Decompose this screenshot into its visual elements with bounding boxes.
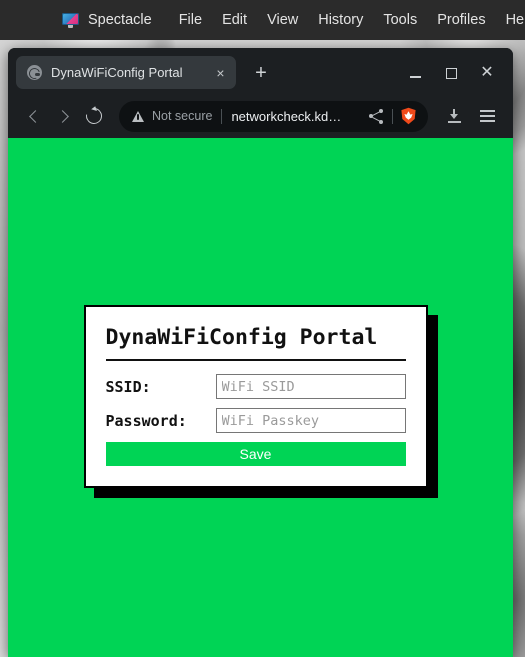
maximize-icon[interactable] bbox=[433, 59, 469, 87]
save-button[interactable]: Save bbox=[105, 442, 406, 466]
form-row-ssid: SSID: bbox=[106, 374, 406, 399]
globe-icon bbox=[27, 65, 42, 80]
page-viewport: DynaWiFiConfig Portal SSID: Password: Sa… bbox=[8, 138, 513, 657]
browser-toolbar: Not secure networkcheck.kd… bbox=[8, 94, 513, 138]
urlbar-icon-divider bbox=[392, 108, 393, 124]
address-bar[interactable]: Not secure networkcheck.kd… bbox=[119, 100, 428, 132]
menu-app-name: Spectacle bbox=[88, 12, 152, 28]
minimize-icon[interactable] bbox=[397, 59, 433, 87]
url-divider bbox=[221, 108, 223, 124]
hamburger-menu-icon[interactable] bbox=[472, 101, 502, 131]
ssid-input[interactable] bbox=[215, 374, 406, 399]
menu-item-tools[interactable]: Tools bbox=[382, 10, 418, 30]
menu-item-edit[interactable]: Edit bbox=[221, 10, 248, 30]
form-row-password: Password: bbox=[106, 408, 406, 433]
web-page-body: DynaWiFiConfig Portal SSID: Password: Sa… bbox=[8, 138, 513, 657]
new-tab-button[interactable]: + bbox=[247, 59, 275, 87]
password-label: Password: bbox=[105, 411, 187, 430]
menu-bar-items: Spectacle File Edit View History Tools P… bbox=[62, 10, 525, 30]
browser-tab[interactable]: DynaWiFiConfig Portal × bbox=[16, 56, 236, 89]
menu-item-help[interactable]: Help bbox=[505, 10, 525, 30]
global-menu-bar: Spectacle File Edit View History Tools P… bbox=[0, 0, 525, 40]
tab-close-icon[interactable]: × bbox=[211, 63, 230, 82]
tab-strip: DynaWiFiConfig Portal × + ✕ bbox=[8, 48, 513, 94]
share-icon[interactable] bbox=[369, 108, 384, 124]
tab-title: DynaWiFiConfig Portal bbox=[51, 65, 183, 80]
menu-item-view[interactable]: View bbox=[266, 10, 299, 30]
ssid-label: SSID: bbox=[105, 377, 151, 396]
menu-item-history[interactable]: History bbox=[317, 10, 364, 30]
security-status-text: Not secure bbox=[152, 109, 213, 123]
reload-icon[interactable] bbox=[79, 101, 109, 131]
menu-item-profiles[interactable]: Profiles bbox=[436, 10, 486, 30]
password-input[interactable] bbox=[215, 408, 406, 433]
back-icon[interactable] bbox=[19, 101, 49, 131]
menu-item-file[interactable]: File bbox=[178, 10, 203, 30]
forward-icon[interactable] bbox=[49, 101, 79, 131]
browser-window: DynaWiFiConfig Portal × + ✕ Not secure n… bbox=[8, 48, 513, 657]
wifi-config-card: DynaWiFiConfig Portal SSID: Password: Sa… bbox=[83, 305, 428, 488]
window-controls: ✕ bbox=[397, 59, 505, 87]
spectacle-monitor-icon bbox=[62, 12, 79, 28]
url-text: networkcheck.kd… bbox=[231, 108, 342, 124]
page-title: DynaWiFiConfig Portal bbox=[105, 325, 406, 361]
not-secure-warning-icon bbox=[132, 110, 144, 122]
close-window-icon[interactable]: ✕ bbox=[469, 59, 505, 87]
download-icon[interactable] bbox=[439, 101, 469, 131]
brave-shield-icon[interactable] bbox=[400, 107, 417, 125]
